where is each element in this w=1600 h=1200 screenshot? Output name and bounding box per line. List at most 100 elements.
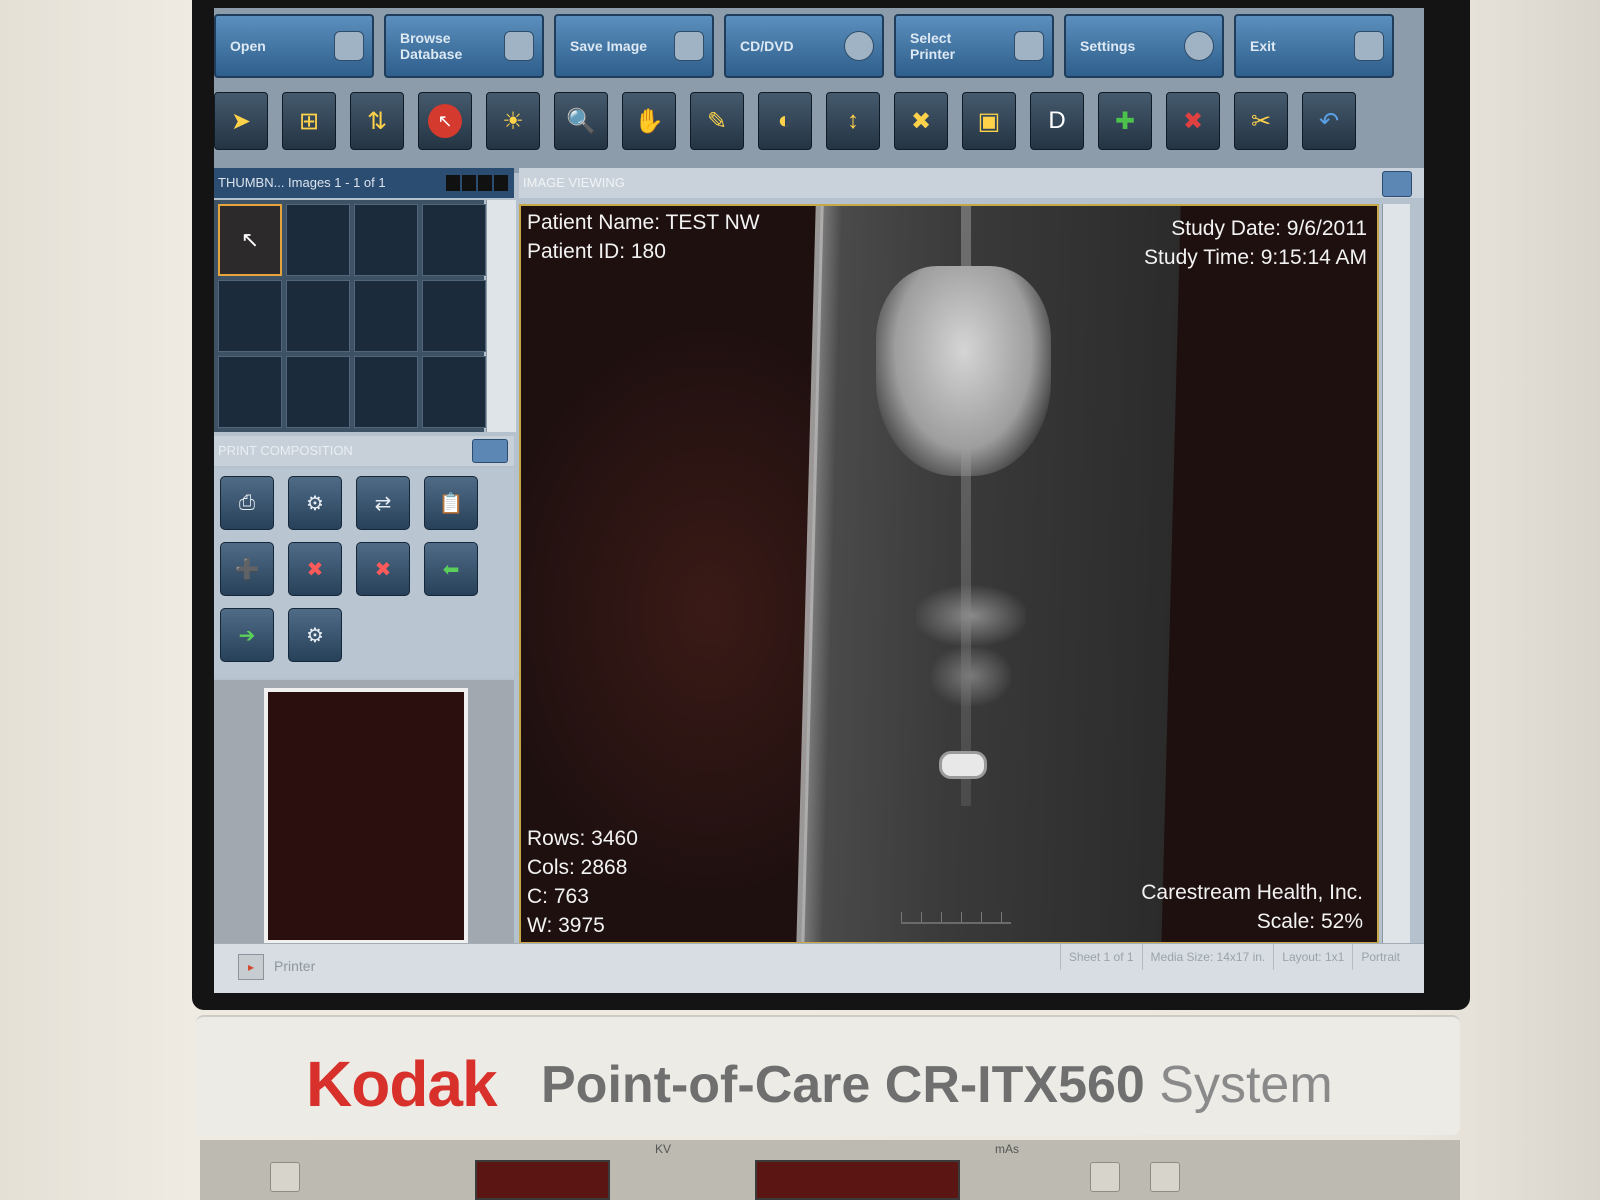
- roi-button[interactable]: ▣: [962, 92, 1016, 150]
- brightness-button[interactable]: ☀: [486, 92, 540, 150]
- thumbnail-layout-icon[interactable]: [446, 175, 508, 191]
- window-layout-button[interactable]: ⊞: [282, 92, 336, 150]
- thumbnail-slot[interactable]: [422, 280, 486, 352]
- print-composition-toggle-icon[interactable]: [472, 439, 508, 463]
- flip-icon: ⇅: [366, 107, 388, 135]
- xray-image-viewer[interactable]: Patient Name: TEST NW Patient ID: 180 St…: [519, 204, 1379, 944]
- thumbnail-header-label: THUMBN... Images 1 - 1 of 1: [218, 175, 386, 190]
- xray-ruler: [901, 904, 1011, 924]
- add-page-icon: ➕: [234, 558, 260, 581]
- cd-dvd-button[interactable]: CD/DVD: [724, 14, 884, 78]
- pan-icon: ✋: [634, 107, 664, 135]
- gear-icon: [1184, 31, 1214, 61]
- annotate-button[interactable]: ✎: [690, 92, 744, 150]
- status-bar: ▸ Printer Sheet 1 of 1 Media Size: 14x17…: [214, 943, 1424, 993]
- thumbnail-slot[interactable]: [218, 280, 282, 352]
- zoom-button[interactable]: 🔍: [554, 92, 608, 150]
- status-cells: Sheet 1 of 1 Media Size: 14x17 in. Layou…: [1059, 944, 1408, 970]
- hardware-key[interactable]: [1090, 1162, 1120, 1192]
- delete-all-icon: ✖: [374, 558, 392, 581]
- printer-icon: ⎙: [239, 491, 255, 514]
- thumbnail-slot[interactable]: [218, 356, 282, 428]
- thumbnail-slot[interactable]: [286, 356, 350, 428]
- open-button[interactable]: Open: [214, 14, 374, 78]
- window-width: W: 3975: [527, 914, 605, 937]
- print-button[interactable]: ⎙: [220, 476, 274, 530]
- format-icon: ⇄: [374, 492, 392, 515]
- thumbnail-selected[interactable]: ↖: [218, 204, 282, 276]
- cd-dvd-label: CD/DVD: [740, 38, 794, 54]
- hardware-key[interactable]: [1150, 1162, 1180, 1192]
- company-name: Carestream Health, Inc.: [1141, 881, 1363, 904]
- clipboard-icon: 📋: [438, 492, 464, 515]
- add-page-button[interactable]: ➕: [220, 542, 274, 596]
- flip-button[interactable]: ⇅: [350, 92, 404, 150]
- screen: Open Browse Database Save Image CD/DVD S…: [214, 8, 1424, 993]
- layout-info: Layout: 1x1: [1273, 944, 1352, 970]
- hardware-control-panel: KV mAs: [200, 1140, 1460, 1200]
- back-button[interactable]: ⬅: [424, 542, 478, 596]
- thumbnail-slot[interactable]: [422, 356, 486, 428]
- select-printer-button[interactable]: Select Printer: [894, 14, 1054, 78]
- undo-button[interactable]: ↶: [1302, 92, 1356, 150]
- study-info-overlay: Study Date: 9/6/2011 Study Time: 9:15:14…: [1144, 214, 1367, 272]
- brightness-icon: ☀: [502, 107, 524, 135]
- thumbnail-slot[interactable]: [354, 280, 418, 352]
- thumbnail-slot[interactable]: [286, 280, 350, 352]
- text-button[interactable]: D: [1030, 92, 1084, 150]
- send-button[interactable]: ➔: [220, 608, 274, 662]
- exit-icon: [1354, 31, 1384, 61]
- add-image-button[interactable]: ✚: [1098, 92, 1152, 150]
- pointer-icon: ➤: [230, 107, 252, 135]
- viewer-scrollbar[interactable]: [1382, 204, 1410, 944]
- save-image-button[interactable]: Save Image: [554, 14, 714, 78]
- kv-label: KV: [655, 1142, 672, 1156]
- image-viewing-toggle-icon[interactable]: [1382, 171, 1412, 197]
- print-preview-sheet[interactable]: [264, 688, 468, 944]
- thumbnail-scrollbar[interactable]: [486, 200, 516, 432]
- image-rows: Rows: 3460: [527, 827, 638, 850]
- layout-settings-button[interactable]: ⚙: [288, 608, 342, 662]
- settings-icon: ⚙: [306, 492, 324, 515]
- thumbnail-slot[interactable]: [286, 204, 350, 276]
- cursor-icon: ↖: [240, 227, 260, 252]
- window-layout-icon: ⊞: [298, 107, 320, 135]
- reset-icon: ↖: [428, 104, 462, 138]
- delete-page-button[interactable]: ✖: [288, 542, 342, 596]
- image-cols: Cols: 2868: [527, 856, 628, 879]
- send-arrow-icon: ➔: [238, 624, 256, 647]
- format-button[interactable]: ⇄: [356, 476, 410, 530]
- patient-name: Patient Name: TEST NW: [527, 211, 760, 234]
- pointer-tool-button[interactable]: ➤: [214, 92, 268, 150]
- crop-button[interactable]: ✂: [1234, 92, 1288, 150]
- crop-icon: ✂: [1250, 107, 1272, 135]
- reset-button[interactable]: ↖: [418, 92, 472, 150]
- annotate-icon: ✎: [706, 107, 728, 135]
- image-viewing-label: IMAGE VIEWING: [523, 175, 625, 190]
- image-stats-overlay: Rows: 3460 Cols: 2868 C: 763 W: 3975: [527, 824, 638, 940]
- thumbnail-slot[interactable]: [354, 356, 418, 428]
- paste-button[interactable]: 📋: [424, 476, 478, 530]
- print-settings-button[interactable]: ⚙: [288, 476, 342, 530]
- delete-all-button[interactable]: ✖: [356, 542, 410, 596]
- markers-button[interactable]: ✖: [894, 92, 948, 150]
- delete-image-icon: ✖: [1182, 107, 1204, 135]
- delete-image-button[interactable]: ✖: [1166, 92, 1220, 150]
- invert-button[interactable]: ◐: [758, 92, 812, 150]
- hardware-key[interactable]: [270, 1162, 300, 1192]
- printer-status-icon[interactable]: ▸: [238, 954, 264, 980]
- thumbnail-slot[interactable]: [422, 204, 486, 276]
- settings-button[interactable]: Settings: [1064, 14, 1224, 78]
- kv-display: [475, 1160, 610, 1200]
- model-number: Point-of-Care CR-ITX560: [541, 1056, 1145, 1114]
- model-name: Point-of-Care CR-ITX560 System: [541, 1055, 1333, 1115]
- measure-button[interactable]: ↕: [826, 92, 880, 150]
- save-image-label: Save Image: [570, 38, 648, 54]
- pan-button[interactable]: ✋: [622, 92, 676, 150]
- database-icon: [504, 31, 534, 61]
- window-center: C: 763: [527, 885, 589, 908]
- exit-button[interactable]: Exit: [1234, 14, 1394, 78]
- media-size: Media Size: 14x17 in.: [1141, 944, 1274, 970]
- browse-database-button[interactable]: Browse Database: [384, 14, 544, 78]
- thumbnail-slot[interactable]: [354, 204, 418, 276]
